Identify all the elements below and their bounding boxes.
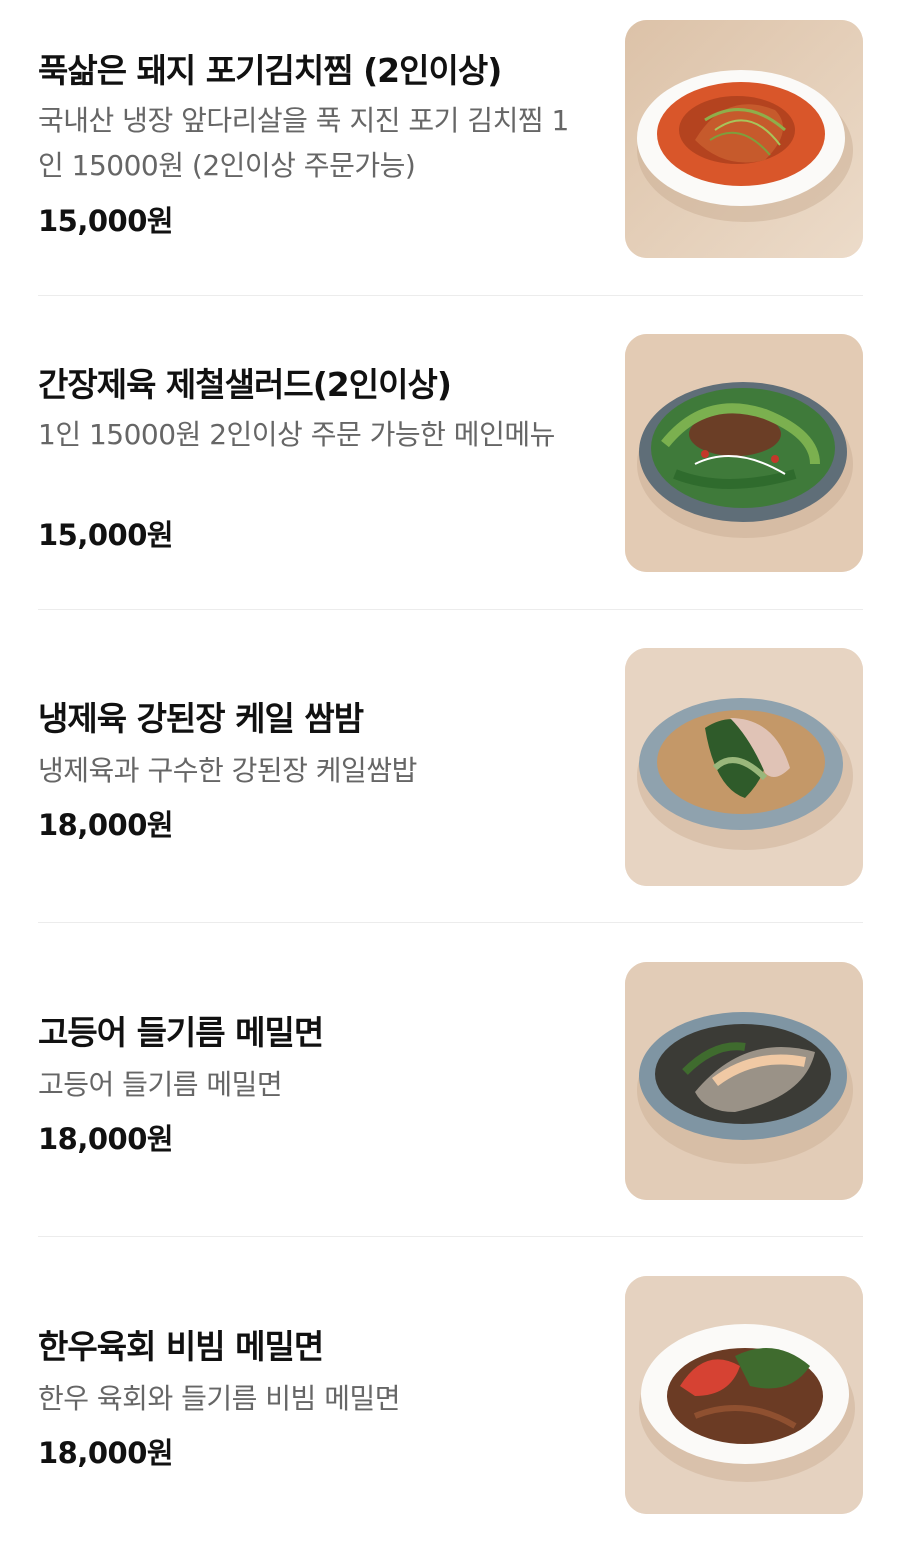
- menu-item-photo[interactable]: [625, 1276, 863, 1514]
- menu-item-description: 고등어 들기름 메밀면: [38, 1068, 283, 1101]
- menu-item-name: 푹삶은 돼지 포기김치찜 (2인이상): [38, 51, 502, 90]
- menu-item-name: 간장제육 제철샐러드(2인이상): [38, 365, 452, 404]
- menu-item-mackerel-noodle[interactable]: 고등어 들기름 메밀면 고등어 들기름 메밀면 18,000원: [38, 962, 863, 1200]
- menu-item-text: 고등어 들기름 메밀면 고등어 들기름 메밀면 18,000원: [38, 962, 598, 1200]
- menu-item-price: 15,000원: [38, 204, 174, 238]
- menu-item-text: 냉제육 강된장 케일 쌈밤 냉제육과 구수한 강된장 케일쌈밥 18,000원: [38, 648, 598, 886]
- menu-item-kale-ssambap[interactable]: 냉제육 강된장 케일 쌈밤 냉제육과 구수한 강된장 케일쌈밥 18,000원: [38, 648, 863, 886]
- menu-list: 푹삶은 돼지 포기김치찜 (2인이상) 국내산 냉장 앞다리살을 푹 지진 포기…: [0, 0, 900, 1543]
- menu-item-photo[interactable]: [625, 20, 863, 258]
- menu-item-description: 한우 육회와 들기름 비빔 메밀면: [38, 1382, 400, 1415]
- kale-wrap-rice-photo: [625, 648, 863, 886]
- menu-item-description: 냉제육과 구수한 강된장 케일쌈밥: [38, 754, 417, 787]
- menu-item-soy-pork-salad[interactable]: 간장제육 제철샐러드(2인이상) 1인 15000원 2인이상 주문 가능한 메…: [38, 334, 863, 572]
- menu-item-price: 15,000원: [38, 518, 174, 552]
- menu-item-photo[interactable]: [625, 648, 863, 886]
- menu-item-name: 한우육회 비빔 메밀면: [38, 1327, 324, 1366]
- menu-item-text: 간장제육 제철샐러드(2인이상) 1인 15000원 2인이상 주문 가능한 메…: [38, 334, 598, 572]
- menu-item-price: 18,000원: [38, 808, 174, 842]
- menu-item-text: 푹삶은 돼지 포기김치찜 (2인이상) 국내산 냉장 앞다리살을 푹 지진 포기…: [38, 20, 598, 258]
- menu-item-photo[interactable]: [625, 334, 863, 572]
- menu-item-price: 18,000원: [38, 1436, 174, 1470]
- divider: [38, 922, 863, 923]
- divider: [38, 609, 863, 610]
- divider: [38, 295, 863, 296]
- menu-item-name: 고등어 들기름 메밀면: [38, 1013, 324, 1052]
- menu-item-name: 냉제육 강된장 케일 쌈밤: [38, 699, 364, 738]
- menu-item-description: 국내산 냉장 앞다리살을 푹 지진 포기 김치찜 1인 15000원 (2인이상…: [38, 104, 569, 182]
- divider: [38, 1236, 863, 1237]
- soy-pork-salad-photo: [625, 334, 863, 572]
- menu-item-description: 1인 15000원 2인이상 주문 가능한 메인메뉴: [38, 418, 555, 451]
- menu-item-photo[interactable]: [625, 962, 863, 1200]
- braised-kimchi-pork-photo: [625, 20, 863, 258]
- menu-item-kimchi-jjim[interactable]: 푹삶은 돼지 포기김치찜 (2인이상) 국내산 냉장 앞다리살을 푹 지진 포기…: [38, 20, 863, 258]
- mackerel-buckwheat-noodle-photo: [625, 962, 863, 1200]
- menu-item-beef-tartare-noodle[interactable]: 한우육회 비빔 메밀면 한우 육회와 들기름 비빔 메밀면 18,000원: [38, 1276, 863, 1514]
- menu-item-price: 18,000원: [38, 1122, 174, 1156]
- menu-item-text: 한우육회 비빔 메밀면 한우 육회와 들기름 비빔 메밀면 18,000원: [38, 1276, 598, 1514]
- beef-tartare-buckwheat-noodle-photo: [625, 1276, 863, 1514]
